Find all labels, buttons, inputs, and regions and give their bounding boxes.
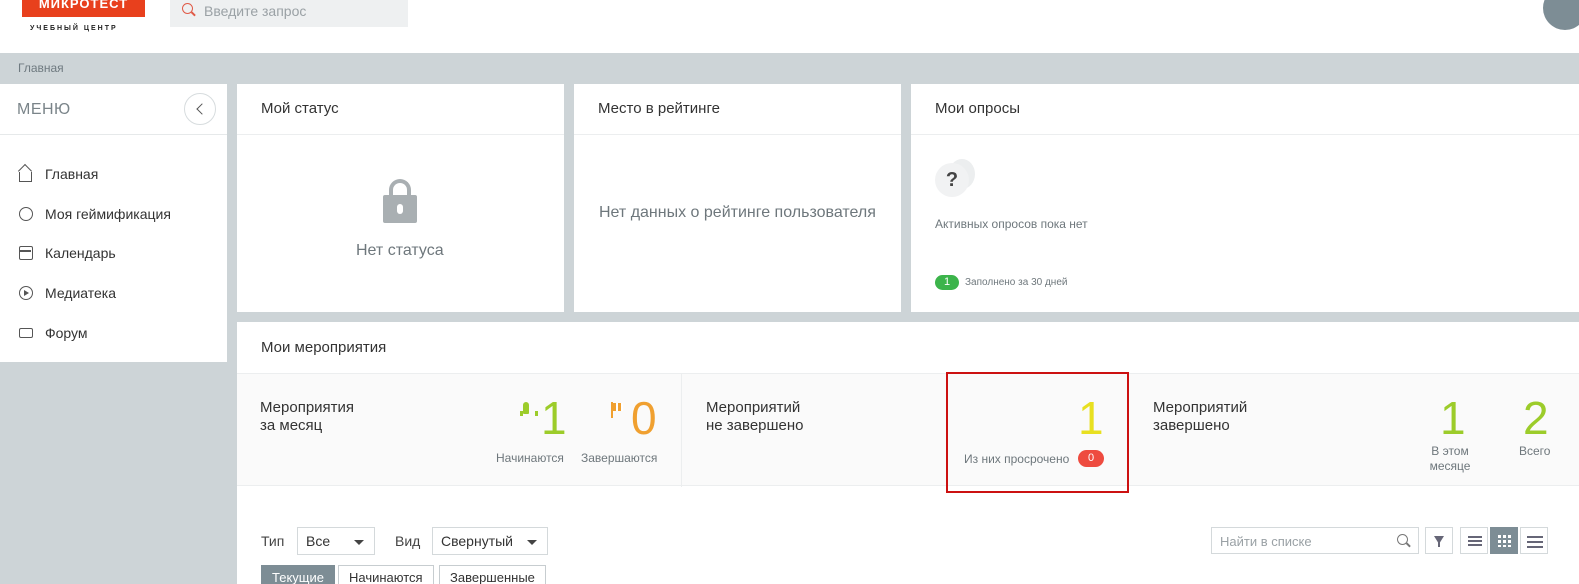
sidebar-item-home[interactable]: Главная	[17, 162, 217, 186]
forum-icon	[19, 328, 33, 338]
view-select[interactable]: Свернутый	[432, 527, 548, 555]
label-line: месяце	[1429, 459, 1471, 473]
list-search-input[interactable]	[1220, 532, 1390, 550]
label-line: не завершено	[706, 417, 804, 434]
menu-icon	[1527, 536, 1543, 548]
polls-card: Мои опросы ? Активных опросов пока нет 1…	[911, 84, 1579, 312]
tab-starting[interactable]: Начинаются	[338, 565, 434, 584]
compact-view-button[interactable]	[1520, 527, 1548, 554]
sidebar-item-forum[interactable]: Форум	[17, 321, 217, 345]
card-title: Место в рейтинге	[598, 100, 720, 117]
divider	[911, 134, 1579, 135]
avatar[interactable]	[1543, 0, 1579, 30]
card-title: Мои опросы	[935, 100, 1020, 117]
sidebar-item-label: Календарь	[45, 245, 116, 261]
sidebar-menu: МЕНЮ Главная Моя геймификация Календарь …	[0, 84, 227, 362]
type-select[interactable]: Все	[297, 527, 375, 555]
card-title: Мои мероприятия	[261, 339, 387, 356]
completed-total-count: 2	[1523, 392, 1549, 444]
view-label: Вид	[395, 533, 421, 549]
label-line: Мероприятия	[260, 399, 355, 416]
logo-subtitle: УЧЕБНЫЙ ЦЕНТР	[30, 25, 118, 32]
type-label: Тип	[261, 533, 285, 549]
ending-label: Завершаются	[581, 451, 658, 465]
logo-text: МИКРОТЕСТ	[38, 0, 129, 11]
ending-count: 0	[631, 392, 657, 444]
list-search	[1211, 527, 1419, 554]
search-icon	[182, 3, 193, 14]
finish-flag-icon	[611, 402, 625, 418]
type-select-value: Все	[306, 533, 331, 549]
medal-icon	[19, 207, 33, 221]
total-label: Всего	[1519, 444, 1551, 458]
sidebar-item-label: Моя геймификация	[45, 206, 171, 222]
calendar-icon	[19, 246, 33, 260]
question-bubble-icon: ?	[935, 159, 975, 199]
label-line: В этом	[1431, 444, 1469, 458]
divider	[681, 374, 682, 487]
sidebar-item-media[interactable]: Медиатека	[17, 281, 217, 305]
events-stats: Мероприятия за месяц 1 Начинаются 0 Заве…	[237, 373, 1579, 487]
highlight-box	[946, 372, 1129, 493]
label-line: Мероприятий	[706, 399, 801, 416]
top-bar: МИКРОТЕСТ УЧЕБНЫЙ ЦЕНТР	[0, 0, 1579, 53]
divider	[574, 134, 901, 135]
search-input[interactable]	[204, 0, 404, 22]
status-card: Мой статус Нет статуса	[237, 84, 564, 312]
filter-button[interactable]	[1425, 527, 1453, 554]
completed-this-month-count: 1	[1440, 392, 1466, 444]
sidebar-item-label: Медиатека	[45, 285, 117, 301]
no-status-text: Нет статуса	[356, 242, 444, 259]
breadcrumb: Главная	[0, 53, 1579, 82]
home-icon	[19, 172, 32, 182]
play-icon	[19, 286, 33, 300]
grid-view-button[interactable]	[1490, 527, 1518, 554]
card-title: Мой статус	[261, 100, 339, 117]
completed-label: Мероприятий завершено	[1153, 399, 1303, 435]
logo[interactable]: МИКРОТЕСТ	[22, 0, 145, 17]
chevron-down-icon	[527, 540, 537, 545]
list-view-button[interactable]	[1460, 527, 1488, 554]
not-completed-label: Мероприятий не завершено	[706, 399, 856, 435]
this-month-label: В этом месяце	[1425, 444, 1475, 474]
sidebar-item-gamification[interactable]: Моя геймификация	[17, 202, 217, 226]
grid-icon	[1498, 535, 1511, 547]
filled-label: Заполнено за 30 дней	[965, 277, 1068, 288]
label-line: за месяц	[260, 417, 323, 434]
global-search	[170, 0, 408, 27]
divider	[0, 134, 227, 135]
month-label: Мероприятия за месяц	[260, 399, 410, 435]
starting-label: Начинаются	[496, 451, 564, 465]
view-select-value: Свернутый	[441, 533, 513, 549]
lock-icon	[383, 179, 417, 223]
collapse-sidebar-button[interactable]	[184, 93, 216, 125]
list-icon	[1468, 536, 1482, 546]
filled-count-badge: 1	[935, 275, 959, 290]
no-rating-text: Нет данных о рейтинге пользователя	[599, 204, 876, 221]
sidebar-item-label: Главная	[45, 166, 99, 182]
starting-count: 1	[541, 392, 567, 444]
rating-card: Место в рейтинге Нет данных о рейтинге п…	[574, 84, 901, 312]
label-line: завершено	[1153, 417, 1230, 434]
sidebar-item-label: Форум	[45, 325, 88, 341]
sidebar-item-calendar[interactable]: Календарь	[17, 241, 217, 265]
search-icon[interactable]	[1397, 534, 1408, 545]
divider	[237, 134, 564, 135]
no-polls-text: Активных опросов пока нет	[935, 217, 1088, 231]
breadcrumb-home[interactable]: Главная	[18, 61, 64, 75]
rocket-icon	[520, 402, 538, 420]
label-line: Мероприятий	[1153, 399, 1248, 416]
chevron-down-icon	[354, 540, 364, 545]
tab-completed[interactable]: Завершенные	[439, 565, 546, 584]
filter-icon	[1434, 536, 1444, 547]
tab-current[interactable]: Текущие	[261, 565, 335, 584]
menu-title: МЕНЮ	[17, 101, 71, 118]
